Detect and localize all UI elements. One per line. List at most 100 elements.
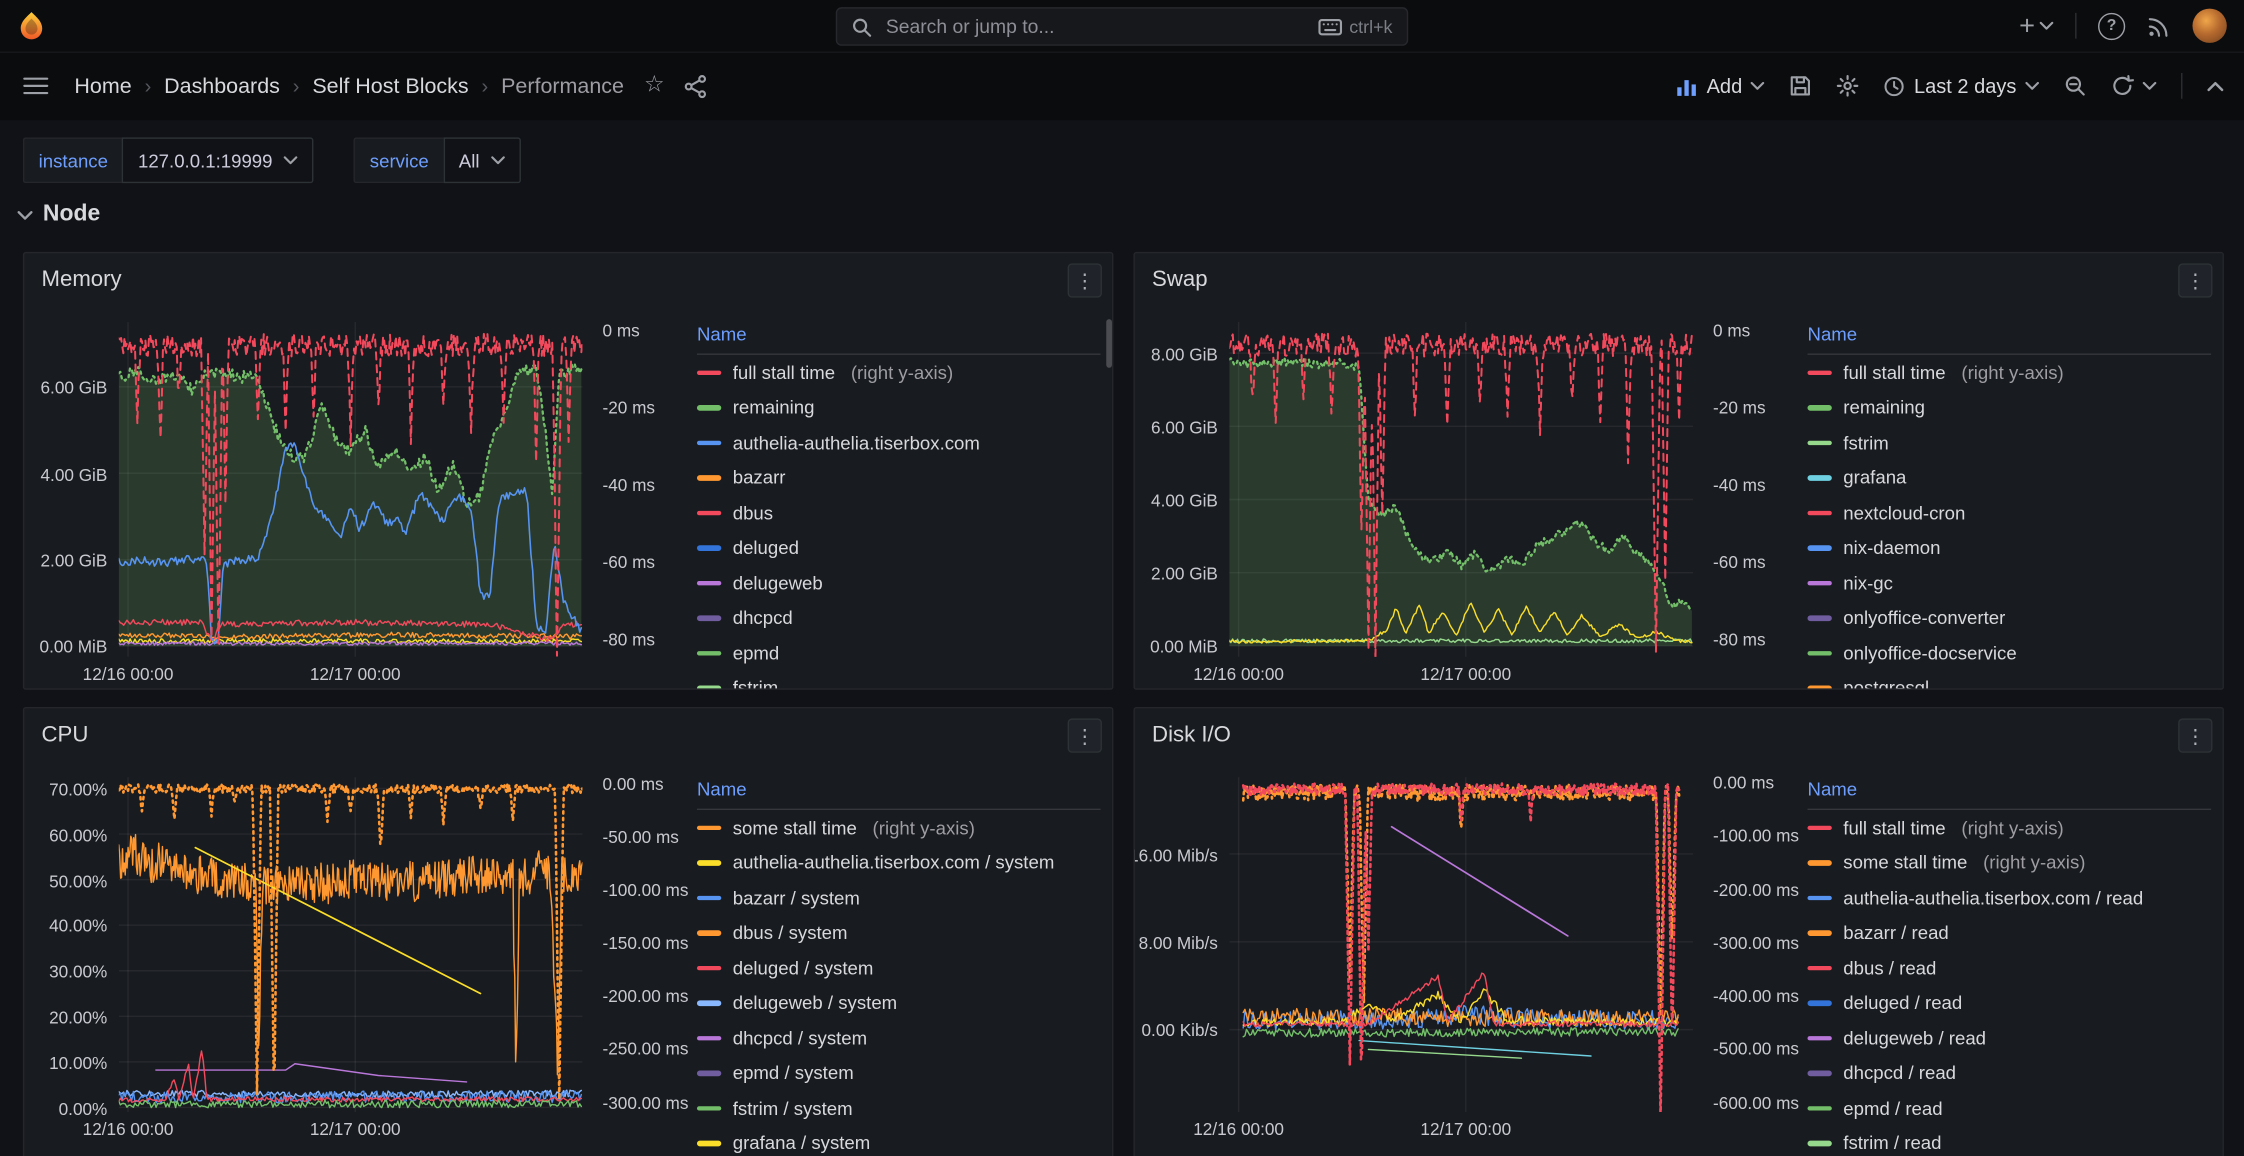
breadcrumb-item[interactable]: Self Host Blocks xyxy=(312,74,468,98)
legend-item[interactable]: epmd / read xyxy=(1808,1091,2212,1126)
search-input[interactable] xyxy=(883,14,1306,38)
legend-label: epmd xyxy=(733,642,780,663)
panel-title[interactable]: CPU xyxy=(42,723,89,749)
legend-item[interactable]: some stall time(right y-axis) xyxy=(697,810,1101,845)
clock-icon xyxy=(1884,75,1905,96)
refresh-button[interactable] xyxy=(2111,74,2157,97)
menu-button[interactable] xyxy=(23,76,49,96)
legend-item[interactable]: deluged xyxy=(697,530,1101,565)
legend-item[interactable]: bazarr xyxy=(697,460,1101,495)
legend-swatch xyxy=(1808,405,1832,410)
divider xyxy=(2181,73,2182,99)
legend-item[interactable]: nix-gc xyxy=(1808,565,2212,600)
save-button[interactable] xyxy=(1789,74,1812,97)
legend-header[interactable]: Name xyxy=(697,771,1101,810)
panel-title[interactable]: Disk I/O xyxy=(1152,723,1231,749)
legend-item[interactable]: dbus / read xyxy=(1808,950,2212,985)
legend-label: fstrim / read xyxy=(1843,1132,1941,1153)
global-search[interactable]: ctrl+k xyxy=(836,7,1408,46)
legend-item[interactable]: dbus xyxy=(697,495,1101,530)
zoom-out-button[interactable] xyxy=(2064,74,2087,97)
legend-item[interactable]: full stall time(right y-axis) xyxy=(1808,355,2212,390)
legend-item[interactable]: authelia-authelia.tiserbox.com / system xyxy=(697,845,1101,880)
legend-item[interactable]: onlyoffice-docservice xyxy=(1808,635,2212,670)
legend-swatch xyxy=(1808,1070,1832,1075)
legend-item[interactable]: dhcpcd / system xyxy=(697,1020,1101,1055)
legend-item[interactable]: grafana xyxy=(1808,460,2212,495)
legend-item[interactable]: postgresql xyxy=(1808,670,2212,689)
chart-plot[interactable] xyxy=(119,777,583,1112)
chart-canvas xyxy=(1229,322,1693,657)
dashboard-settings-button[interactable] xyxy=(1837,74,1860,97)
legend-swatch xyxy=(697,580,721,585)
legend-swatch xyxy=(697,686,721,690)
legend-label: grafana xyxy=(1843,467,1906,488)
variable-select[interactable]: All xyxy=(443,137,521,183)
legend-item[interactable]: full stall time(right y-axis) xyxy=(1808,810,2212,845)
variable-select[interactable]: 127.0.0.1:19999 xyxy=(122,137,314,183)
chart-plot[interactable] xyxy=(1229,322,1693,657)
panel: Swap ⋮ 8.00 GiB6.00 GiB4.00 GiB2.00 GiB0… xyxy=(1133,252,2224,690)
chart-canvas xyxy=(119,322,583,657)
legend-item[interactable]: nextcloud-cron xyxy=(1808,495,2212,530)
legend-swatch xyxy=(1808,895,1832,900)
legend-item[interactable]: some stall time(right y-axis) xyxy=(1808,845,2212,880)
collapse-toolbar-button[interactable] xyxy=(2207,81,2224,91)
legend-item[interactable]: delugeweb / system xyxy=(697,985,1101,1020)
legend-item[interactable]: onlyoffice-converter xyxy=(1808,600,2212,635)
legend-header[interactable]: Name xyxy=(1808,771,2212,810)
legend-item[interactable]: nix-daemon xyxy=(1808,530,2212,565)
legend-header[interactable]: Name xyxy=(1808,316,2212,355)
legend-scrollbar[interactable] xyxy=(1106,319,1112,368)
legend-item[interactable]: delugeweb xyxy=(697,565,1101,600)
legend-item[interactable]: full stall time(right y-axis) xyxy=(697,355,1101,390)
time-range-picker[interactable]: Last 2 days xyxy=(1884,74,2039,97)
legend-item[interactable]: bazarr / read xyxy=(1808,915,2212,950)
user-avatar[interactable] xyxy=(2192,9,2226,43)
panel-title[interactable]: Swap xyxy=(1152,268,1208,294)
row-toggle[interactable]: Node xyxy=(17,202,100,228)
axis-tick-label: 0.00 ms xyxy=(603,774,664,794)
breadcrumb-item[interactable]: Home xyxy=(74,74,131,98)
legend-item[interactable]: grafana / system xyxy=(697,1126,1101,1156)
news-button[interactable] xyxy=(2147,14,2171,38)
legend-item[interactable]: epmd xyxy=(697,635,1101,670)
kebab-icon: ⋮ xyxy=(2185,268,2205,292)
share-button[interactable] xyxy=(685,74,708,98)
legend-item[interactable]: delugeweb / read xyxy=(1808,1020,2212,1055)
legend-item[interactable]: dhcpcd xyxy=(697,600,1101,635)
axis-tick-label: 4.00 GiB xyxy=(1151,491,1218,511)
panel-menu-button[interactable]: ⋮ xyxy=(2178,263,2212,297)
legend-item[interactable]: authelia-authelia.tiserbox.com / read xyxy=(1808,880,2212,915)
save-icon xyxy=(1789,74,1812,97)
grafana-logo-icon[interactable] xyxy=(16,10,47,41)
help-button[interactable]: ? xyxy=(2098,12,2125,39)
legend-item[interactable]: remaining xyxy=(1808,390,2212,425)
legend-item[interactable]: deluged / system xyxy=(697,950,1101,985)
legend-item[interactable]: fstrim / read xyxy=(1808,1126,2212,1156)
chart-plot[interactable] xyxy=(119,322,583,657)
panel-menu-button[interactable]: ⋮ xyxy=(1068,718,1102,752)
legend-item[interactable]: authelia-authelia.tiserbox.com xyxy=(697,425,1101,460)
panel-title[interactable]: Memory xyxy=(42,268,122,294)
legend-item[interactable]: bazarr / system xyxy=(697,880,1101,915)
legend-header[interactable]: Name xyxy=(697,316,1101,355)
legend-item[interactable]: epmd / system xyxy=(697,1055,1101,1090)
new-button[interactable]: + xyxy=(2019,12,2054,39)
chart-plot[interactable] xyxy=(1229,777,1693,1112)
legend-item[interactable]: dbus / system xyxy=(697,915,1101,950)
panel-menu-button[interactable]: ⋮ xyxy=(1068,263,1102,297)
legend-label: full stall time xyxy=(1843,817,1945,838)
legend-item[interactable]: fstrim / system xyxy=(697,1091,1101,1126)
axis-tick-label: 6.00 GiB xyxy=(40,378,107,398)
add-button[interactable]: Add xyxy=(1677,74,1766,97)
panel-menu-button[interactable]: ⋮ xyxy=(2178,718,2212,752)
legend-item[interactable]: dhcpcd / read xyxy=(1808,1055,2212,1090)
legend-item[interactable]: remaining xyxy=(697,390,1101,425)
breadcrumb-item[interactable]: Dashboards xyxy=(164,74,280,98)
favorite-button[interactable]: ☆ xyxy=(644,74,665,97)
legend-rows: full stall time(right y-axis)remainingfs… xyxy=(1808,355,2212,690)
legend-item[interactable]: deluged / read xyxy=(1808,985,2212,1020)
legend-item[interactable]: fstrim xyxy=(1808,425,2212,460)
legend-item[interactable]: fstrim xyxy=(697,670,1101,689)
